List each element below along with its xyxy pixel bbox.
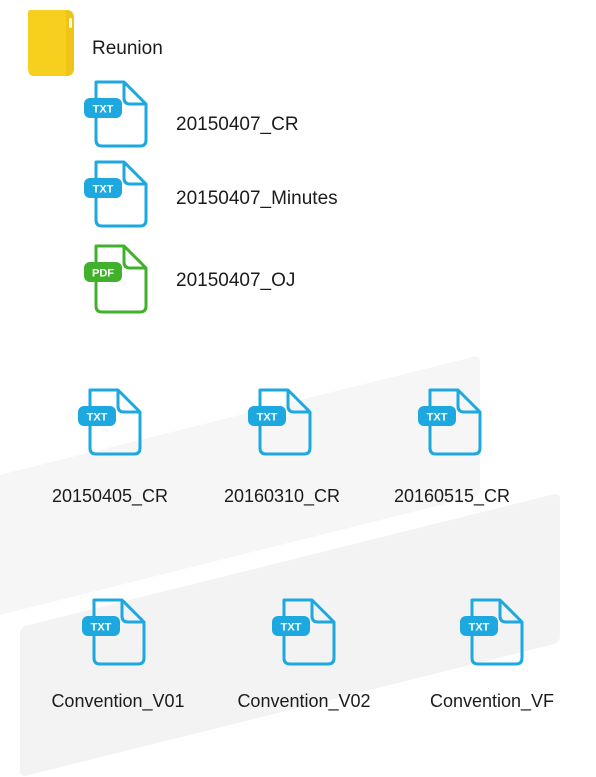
svg-text:TXT: TXT (257, 412, 278, 424)
txt-file-icon: TXT (78, 388, 142, 456)
svg-text:TXT: TXT (93, 104, 114, 116)
file-20150405-cr[interactable]: TXT 20150405_CR (40, 386, 180, 506)
file-name: Convention_VF (429, 691, 555, 711)
folder-icon (28, 10, 74, 76)
svg-text:TXT: TXT (281, 622, 302, 634)
file-name: Convention_V01 (51, 691, 185, 711)
txt-file-icon: TXT (84, 160, 148, 228)
file-20150407-oj[interactable]: PDF 20150407_OJ (82, 242, 402, 314)
file-convention-v01[interactable]: TXT Convention_V01 (44, 596, 192, 713)
file-name: 20150407_OJ (176, 270, 296, 291)
svg-text:TXT: TXT (469, 622, 490, 634)
svg-text:TXT: TXT (91, 622, 112, 634)
file-20160515-cr[interactable]: TXT 20160515_CR (382, 386, 522, 506)
svg-text:TXT: TXT (87, 412, 108, 424)
file-name: 20150407_CR (176, 114, 299, 135)
svg-text:TXT: TXT (93, 184, 114, 196)
file-name: 20160515_CR (393, 486, 511, 506)
file-convention-vf[interactable]: TXT Convention_VF (418, 596, 566, 713)
txt-file-icon: TXT (82, 598, 146, 666)
txt-file-icon: TXT (84, 80, 148, 148)
pdf-file-icon: PDF (84, 244, 148, 314)
txt-file-icon: TXT (418, 388, 482, 456)
svg-text:PDF: PDF (92, 268, 114, 280)
file-convention-v02[interactable]: TXT Convention_V02 (230, 596, 378, 713)
file-20150407-minutes[interactable]: TXT 20150407_Minutes (82, 158, 402, 228)
file-name: 20160310_CR (223, 486, 341, 506)
file-name: Convention_V02 (237, 691, 371, 711)
svg-text:TXT: TXT (427, 412, 448, 424)
file-20150407-cr[interactable]: TXT 20150407_CR (82, 78, 402, 148)
file-name: 20150407_Minutes (176, 188, 338, 209)
txt-file-icon: TXT (460, 598, 524, 666)
file-20160310-cr[interactable]: TXT 20160310_CR (212, 386, 352, 506)
txt-file-icon: TXT (272, 598, 336, 666)
folder-name: Reunion (92, 38, 163, 59)
folder-reunion[interactable]: Reunion (26, 8, 186, 80)
file-name: 20150405_CR (51, 486, 169, 506)
txt-file-icon: TXT (248, 388, 312, 456)
